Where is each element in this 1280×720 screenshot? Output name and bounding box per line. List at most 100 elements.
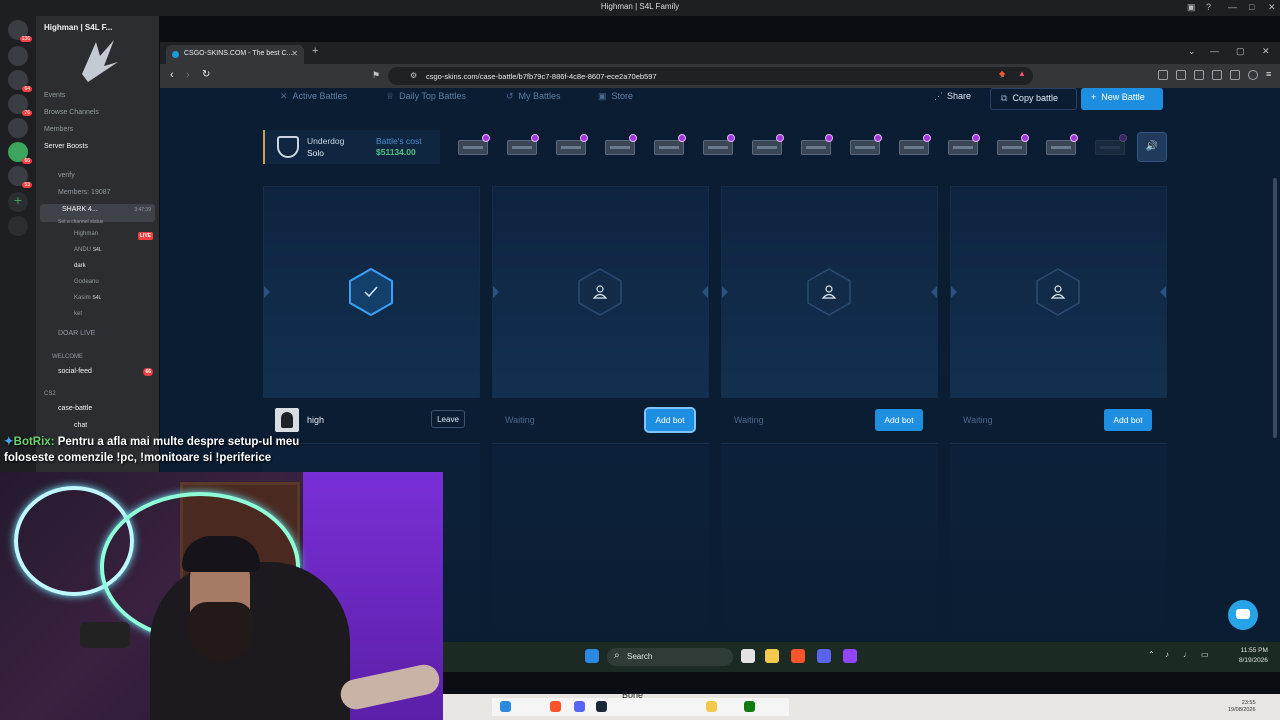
browser-tab[interactable]: CSGO-SKINS.COM - The best C... ✕ bbox=[166, 45, 304, 64]
tray-chevron-icon[interactable]: ⌃ bbox=[1148, 650, 1155, 659]
tab-search-icon[interactable]: ⌄ bbox=[1188, 46, 1196, 57]
voice-user[interactable]: ket bbox=[74, 311, 82, 317]
minimize-button[interactable]: — bbox=[1228, 2, 1237, 12]
copy-battle-button[interactable]: ⧉ Copy battle bbox=[990, 88, 1077, 110]
media-icon[interactable] bbox=[1176, 70, 1186, 80]
case-item[interactable] bbox=[603, 134, 637, 156]
xbox-icon[interactable] bbox=[744, 701, 755, 712]
case-item[interactable] bbox=[1044, 134, 1078, 156]
channel-social-feed[interactable]: social-feed bbox=[58, 368, 92, 375]
server-icon[interactable]: 64 bbox=[8, 70, 32, 92]
network-icon[interactable]: ▭ bbox=[1201, 650, 1209, 659]
case-item[interactable] bbox=[946, 134, 980, 156]
explorer-icon[interactable] bbox=[706, 701, 717, 712]
case-item[interactable] bbox=[799, 134, 833, 156]
new-battle-button[interactable]: + New Battle bbox=[1081, 88, 1163, 110]
voice-user[interactable]: Kasim S4L bbox=[74, 295, 101, 301]
add-bot-button[interactable]: Add bot bbox=[875, 409, 923, 431]
steam-icon[interactable] bbox=[596, 701, 607, 712]
browser-close-button[interactable]: ✕ bbox=[1262, 46, 1270, 57]
server-icon[interactable] bbox=[8, 46, 28, 66]
sidebar-icon[interactable] bbox=[1194, 70, 1204, 80]
leo-icon[interactable] bbox=[1230, 70, 1240, 80]
case-item[interactable] bbox=[554, 134, 588, 156]
nav-active-battles[interactable]: ✕ Active Battles bbox=[280, 91, 347, 102]
close-tab-icon[interactable]: ✕ bbox=[291, 49, 298, 58]
server-icon[interactable]: 136 bbox=[8, 20, 32, 42]
menu-icon[interactable]: ≡ bbox=[1266, 69, 1271, 79]
channel-doar-live[interactable]: DOAR LIVE bbox=[58, 330, 95, 337]
close-button[interactable]: ✕ bbox=[1268, 2, 1276, 13]
browser-minimize-button[interactable]: — bbox=[1210, 46, 1219, 56]
add-bot-button[interactable]: Add bot bbox=[1104, 409, 1152, 431]
server-icon[interactable]: 76 bbox=[8, 94, 32, 116]
voice-user[interactable]: Highman bbox=[74, 231, 98, 237]
channel-browse[interactable]: Browse Channels bbox=[44, 109, 99, 116]
server-icon[interactable]: 66 bbox=[8, 142, 32, 164]
support-chat-button[interactable] bbox=[1228, 600, 1258, 630]
nav-store[interactable]: ▣ Store bbox=[598, 91, 633, 102]
app-icon[interactable] bbox=[843, 649, 857, 663]
case-item[interactable] bbox=[505, 134, 539, 156]
server-icon[interactable] bbox=[8, 118, 28, 138]
category-cs2[interactable]: CS2 bbox=[44, 391, 56, 397]
back-icon[interactable]: ‹ bbox=[170, 69, 174, 81]
nav-daily-top-battles[interactable]: ♕ Daily Top Battles bbox=[386, 91, 466, 102]
channel-status-hint[interactable]: Set a channel status bbox=[58, 219, 103, 225]
channel-server-boosts[interactable]: Server Boosts bbox=[44, 143, 88, 150]
category-welcome[interactable]: WELCOME bbox=[52, 354, 83, 360]
maximize-button[interactable]: □ bbox=[1249, 2, 1254, 12]
brave-rewards-icon[interactable]: ▲ bbox=[1018, 69, 1026, 78]
add-bot-button[interactable]: Add bot bbox=[644, 407, 696, 433]
discord-icon[interactable] bbox=[817, 649, 831, 663]
extension-icon[interactable] bbox=[1158, 70, 1168, 80]
discord-icon[interactable] bbox=[574, 701, 585, 712]
taskbar-search[interactable]: Search bbox=[607, 648, 733, 666]
channel-case-battle[interactable]: case-battle bbox=[58, 405, 92, 412]
channel-chat[interactable]: chat bbox=[74, 422, 87, 429]
vpn-icon[interactable] bbox=[1248, 70, 1258, 80]
server-icon[interactable]: 53 bbox=[8, 166, 32, 188]
taskbar-clock[interactable]: 11:55 PM 8/19/2026 bbox=[1239, 646, 1268, 666]
page-scrollbar[interactable] bbox=[1270, 88, 1280, 642]
case-item[interactable] bbox=[995, 134, 1029, 156]
mic-icon[interactable]: ♩ bbox=[1183, 650, 1191, 659]
channel-members-count[interactable]: Members: 19087 bbox=[58, 189, 111, 196]
channel-members[interactable]: Members bbox=[44, 126, 73, 133]
scrollbar-thumb[interactable] bbox=[1273, 178, 1277, 438]
taskview-icon[interactable] bbox=[741, 649, 755, 663]
url-bar[interactable]: ⚑ ⚙ csgo-skins.com/case-battle/b7fb79c7-… bbox=[372, 67, 1033, 85]
sound-toggle-button[interactable]: 🔊 bbox=[1137, 132, 1167, 162]
case-item[interactable] bbox=[897, 134, 931, 156]
channel-verify[interactable]: verify bbox=[58, 172, 75, 179]
brave-icon[interactable] bbox=[791, 649, 805, 663]
server-header[interactable]: Highman | S4L F... bbox=[36, 16, 159, 94]
window-icon[interactable]: ▣ bbox=[1187, 2, 1196, 13]
case-item[interactable] bbox=[701, 134, 735, 156]
add-server-icon[interactable]: + bbox=[8, 192, 28, 212]
nav-my-battles[interactable]: ↺ My Battles bbox=[506, 91, 561, 102]
forward-icon[interactable]: › bbox=[186, 69, 190, 81]
new-tab-button[interactable]: + bbox=[312, 45, 318, 57]
brave-icon[interactable] bbox=[550, 701, 561, 712]
case-item[interactable] bbox=[1093, 134, 1127, 156]
site-info-icon[interactable]: ⚙ bbox=[410, 71, 417, 80]
volume-icon[interactable]: ♪ bbox=[1165, 650, 1169, 659]
brave-shield-icon[interactable]: ◆ bbox=[999, 69, 1005, 78]
channel-events[interactable]: Events bbox=[44, 92, 65, 99]
leave-button[interactable]: Leave bbox=[431, 410, 465, 428]
help-icon[interactable]: ? bbox=[1206, 2, 1211, 12]
browser-maximize-button[interactable]: ▢ bbox=[1236, 46, 1245, 57]
start-icon[interactable] bbox=[585, 649, 599, 663]
wallet-icon[interactable] bbox=[1212, 70, 1222, 80]
voice-user[interactable]: ANDU S4L bbox=[74, 247, 102, 253]
case-item[interactable] bbox=[456, 134, 490, 156]
case-item[interactable] bbox=[848, 134, 882, 156]
bookmark-icon[interactable]: ⚑ bbox=[372, 70, 380, 81]
voice-user[interactable]: Godeanu bbox=[74, 279, 99, 285]
explorer-icon[interactable] bbox=[765, 649, 779, 663]
reload-icon[interactable]: ↻ bbox=[202, 69, 210, 80]
host-clock[interactable]: 23:55 19/08/2026 bbox=[1228, 700, 1256, 714]
case-item[interactable] bbox=[750, 134, 784, 156]
voice-user[interactable]: dark bbox=[74, 263, 86, 269]
